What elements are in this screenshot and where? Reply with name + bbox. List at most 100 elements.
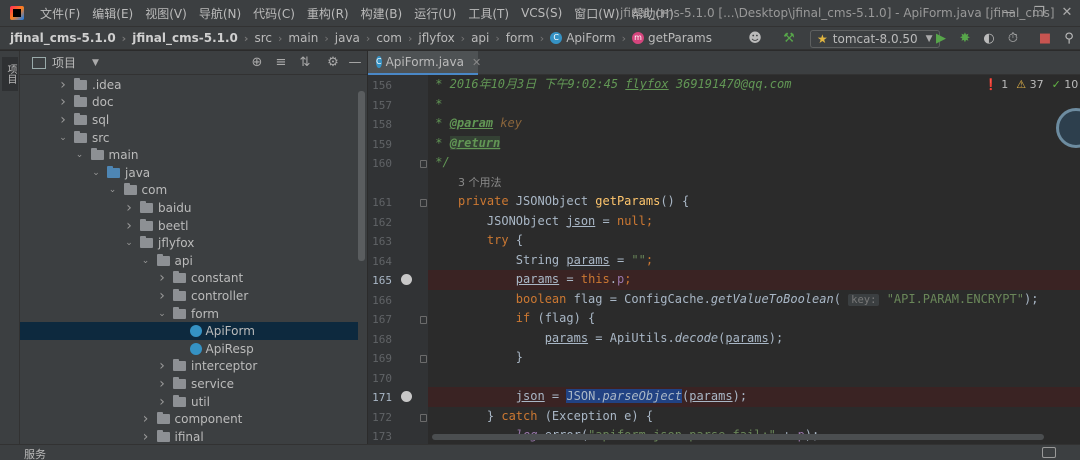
tree-item-form[interactable]: ⌄ form [20, 305, 358, 323]
menu-build[interactable]: 构建(B) [355, 5, 409, 22]
search-icon[interactable]: ⚲ [1060, 30, 1078, 48]
gear-icon[interactable]: ⚙ [324, 54, 342, 72]
fold-icon[interactable] [420, 414, 427, 422]
collapse-icon[interactable]: ≡ [272, 54, 290, 72]
chevron-down-icon[interactable]: ⌄ [58, 133, 68, 143]
chevron-right-icon[interactable]: › [157, 394, 167, 410]
close-tab-icon[interactable]: ✕ [472, 56, 481, 69]
tree-item-ifinal[interactable]: › ifinal [20, 428, 358, 444]
breadcrumb-project[interactable]: jfinal_cms-5.1.0 › [10, 31, 132, 45]
run-config-select[interactable]: ★ tomcat-8.0.50 ▼ [810, 30, 940, 48]
chevron-right-icon[interactable]: › [124, 218, 134, 234]
tree-item-sql[interactable]: › sql [20, 111, 358, 129]
editor-horizontal-scrollbar[interactable] [432, 434, 1044, 440]
menu-run[interactable]: 运行(U) [408, 5, 462, 22]
menu-tools[interactable]: 工具(T) [462, 5, 515, 22]
breadcrumb-form[interactable]: form › [506, 31, 550, 45]
tree-item-service[interactable]: › service [20, 375, 358, 393]
chevron-right-icon[interactable]: › [141, 429, 151, 444]
breadcrumb-main[interactable]: main › [288, 31, 334, 45]
hammer-icon[interactable]: ⚒ [780, 30, 798, 48]
tab-project[interactable]: 项目 [2, 57, 18, 91]
tab-apiform-java[interactable]: C ApiForm.java ✕ [368, 51, 481, 75]
menu-view[interactable]: 视图(V) [139, 5, 193, 22]
chevron-down-icon[interactable]: ⌄ [141, 256, 151, 266]
restore-icon[interactable]: ❐ [1030, 4, 1048, 22]
coverage-icon[interactable]: ◐ [980, 30, 998, 48]
chevron-right-icon[interactable]: › [58, 77, 68, 93]
minimize-icon[interactable]: — [1000, 4, 1018, 22]
user-icon[interactable]: ☻ [746, 30, 764, 48]
tree-item-apiform[interactable]: ApiForm [20, 322, 358, 340]
menu-edit[interactable]: 编辑(E) [86, 5, 139, 22]
fold-icon[interactable] [420, 199, 427, 207]
tree-item-baidu[interactable]: › baidu [20, 199, 358, 217]
chevron-down-icon[interactable]: ⌄ [108, 185, 118, 195]
run-icon[interactable]: ▶ [932, 30, 950, 48]
breadcrumb-java[interactable]: java › [335, 31, 377, 45]
fold-icon[interactable] [420, 355, 427, 363]
chevron-down-icon[interactable]: ⌄ [75, 150, 85, 160]
chevron-right-icon[interactable]: › [124, 200, 134, 216]
profile-icon[interactable]: ⏱ [1004, 30, 1022, 48]
tree-item-label: ifinal [174, 429, 204, 444]
chevron-down-icon[interactable]: ⌄ [157, 309, 167, 319]
tree-item-java[interactable]: ⌄ java [20, 164, 358, 182]
tree-item-interceptor[interactable]: › interceptor [20, 358, 358, 376]
menu-refactor[interactable]: 重构(R) [301, 5, 355, 22]
tree-item-src[interactable]: ⌄ src [20, 129, 358, 147]
notifications-icon[interactable] [1042, 447, 1056, 458]
tree-item-controller[interactable]: › controller [20, 287, 358, 305]
menu-file[interactable]: 文件(F) [34, 5, 86, 22]
chevron-right-icon[interactable]: › [157, 358, 167, 374]
chevron-right-icon[interactable]: › [58, 112, 68, 128]
project-panel-title[interactable]: 项目 [52, 54, 76, 71]
minimize-panel-icon[interactable]: — [346, 54, 364, 72]
stop-icon[interactable]: ■ [1036, 30, 1054, 48]
chevron-right-icon[interactable]: › [157, 288, 167, 304]
menu-vcs[interactable]: VCS(S) [515, 6, 568, 20]
menu-window[interactable]: 窗口(W) [568, 5, 625, 22]
tree-item-apiresp[interactable]: ApiResp [20, 340, 358, 358]
chevron-down-icon[interactable]: ▼ [92, 58, 99, 68]
tree-item-api[interactable]: ⌄ api [20, 252, 358, 270]
inspections-widget[interactable]: ❗ 1 ⚠ 37 ✓ 10 [984, 78, 1078, 91]
tree-item-component[interactable]: › component [20, 410, 358, 428]
tree-item--idea[interactable]: › .idea [20, 76, 358, 94]
chevron-right-icon[interactable]: › [157, 376, 167, 392]
debug-icon[interactable]: ✸ [956, 30, 974, 48]
tree-item-main[interactable]: ⌄ main [20, 146, 358, 164]
chevron-right-icon[interactable]: › [58, 94, 68, 110]
menu-navigate[interactable]: 导航(N) [193, 5, 247, 22]
code-editor[interactable]: * 2016年10月3日 下午9:02:45 flyfox 369191470@… [428, 75, 1080, 444]
fold-icon[interactable] [420, 160, 427, 168]
breadcrumb-jflyfox[interactable]: jflyfox › [418, 31, 471, 45]
chevron-right-icon[interactable]: › [157, 270, 167, 286]
chevron-down-icon[interactable]: ⌄ [124, 238, 134, 248]
usage-hint[interactable]: 3 个用法 [428, 173, 1080, 193]
tree-item-doc[interactable]: › doc [20, 94, 358, 112]
tree-item-jflyfox[interactable]: ⌄ jflyfox [20, 234, 358, 252]
fold-icon[interactable] [420, 316, 427, 324]
services-tab[interactable]: 服务 [24, 446, 46, 460]
editor-gutter[interactable]: 156 157 158 159 160 161 162 163 164 165 … [368, 75, 428, 444]
expand-icon[interactable]: ⇅ [296, 54, 314, 72]
breadcrumb-method[interactable]: m getParams [631, 31, 712, 45]
menu-code[interactable]: 代码(C) [247, 5, 301, 22]
breakpoint-icon[interactable] [401, 274, 412, 285]
breadcrumb-class[interactable]: C ApiForm › [550, 31, 632, 45]
tree-item-util[interactable]: › util [20, 393, 358, 411]
project-scrollbar[interactable] [358, 91, 365, 261]
target-icon[interactable]: ⊕ [248, 54, 266, 72]
tree-item-constant[interactable]: › constant [20, 270, 358, 288]
tree-item-com[interactable]: ⌄ com [20, 182, 358, 200]
breakpoint-icon[interactable] [401, 391, 412, 402]
chevron-right-icon[interactable]: › [141, 411, 151, 427]
chevron-down-icon[interactable]: ⌄ [91, 168, 101, 178]
breadcrumb-module[interactable]: jfinal_cms-5.1.0 › [132, 31, 254, 45]
close-window-icon[interactable]: ✕ [1058, 4, 1076, 22]
breadcrumb-src[interactable]: src › [254, 31, 288, 45]
tree-item-beetl[interactable]: › beetl [20, 217, 358, 235]
breadcrumb-com[interactable]: com › [376, 31, 418, 45]
breadcrumb-api[interactable]: api › [471, 31, 506, 45]
